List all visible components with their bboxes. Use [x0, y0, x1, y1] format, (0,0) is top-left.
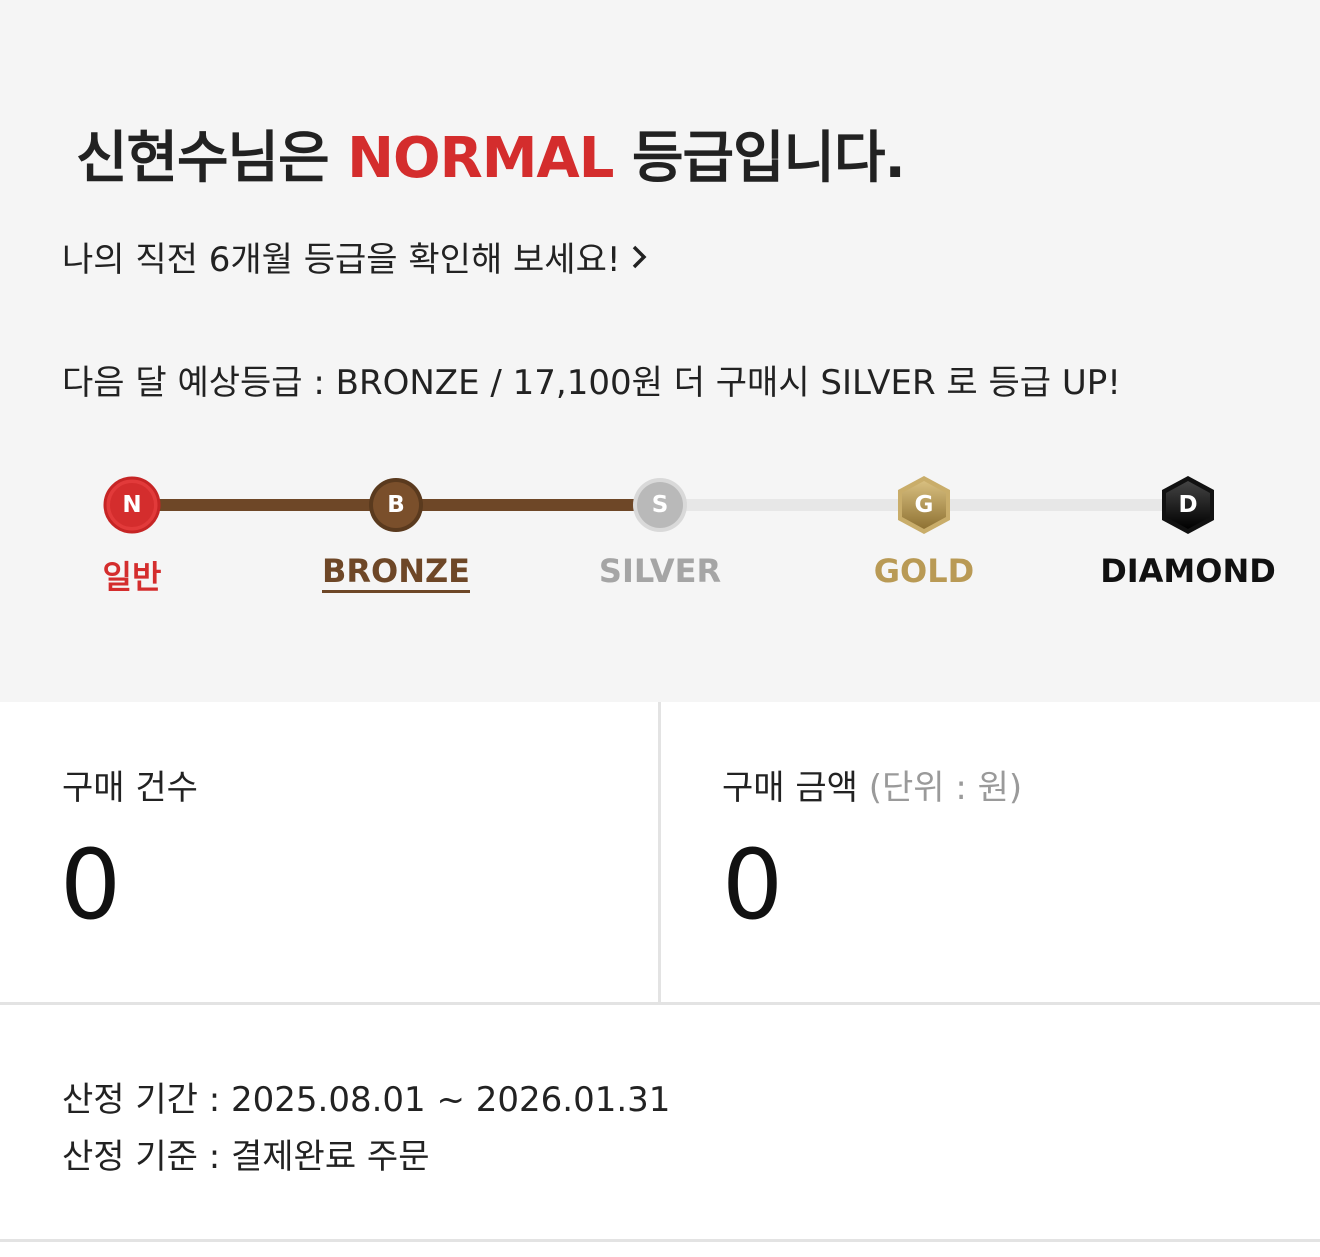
- bottom-divider: [0, 1239, 1320, 1242]
- next-grade-forecast: 다음 달 예상등급 : BRONZE / 17,100원 더 구매시 SILVE…: [62, 363, 1121, 403]
- grade-node-gold: G: [895, 474, 953, 536]
- grade-label-diamond: DIAMOND: [1100, 552, 1276, 590]
- grade-label-bronze: BRONZE: [276, 552, 516, 593]
- current-grade: NORMAL: [347, 126, 614, 191]
- chevron-right-icon: [632, 245, 646, 268]
- grade-node-letter: B: [387, 492, 405, 518]
- grade-node-letter: N: [122, 492, 142, 518]
- grade-history-link[interactable]: 나의 직전 6개월 등급을 확인해 보세요!: [62, 232, 647, 281]
- calculation-info: 산정 기간 : 2025.08.01 ~ 2026.01.31 산정 기준 : …: [62, 1072, 670, 1186]
- calculation-criteria: 산정 기준 : 결제완료 주문: [62, 1137, 430, 1177]
- grade-node-silver: S: [631, 476, 689, 534]
- purchase-amount-value: 0: [722, 829, 784, 941]
- grade-node-diamond: D: [1159, 474, 1217, 536]
- grade-node-normal: N: [103, 476, 161, 534]
- purchase-amount-title: 구매 금액 (단위 : 원): [722, 760, 1022, 809]
- grade-label-silver: SILVER: [598, 552, 722, 590]
- purchase-stats: 구매 건수 0 구매 금액 (단위 : 원) 0: [0, 702, 1320, 1005]
- stats-divider: [658, 702, 661, 1002]
- grade-node-bronze: B: [367, 476, 425, 534]
- headline-suffix: 등급입니다.: [613, 126, 906, 191]
- purchase-amount-title-text: 구매 금액: [722, 768, 858, 808]
- grade-node-letter: S: [651, 492, 669, 518]
- calculation-period: 산정 기간 : 2025.08.01 ~ 2026.01.31: [62, 1080, 671, 1120]
- grade-label-gold: GOLD: [873, 552, 975, 590]
- grade-label-normal: 일반: [102, 558, 162, 596]
- grade-summary-panel: 신현수님은 NORMAL 등급입니다. 나의 직전 6개월 등급을 확인해 보세…: [0, 0, 1320, 702]
- headline-name: 신현수님은: [76, 126, 348, 191]
- purchase-amount-unit: (단위 : 원): [868, 768, 1023, 808]
- grade-headline: 신현수님은 NORMAL 등급입니다.: [76, 113, 906, 194]
- purchase-count-value: 0: [60, 829, 122, 941]
- grade-label-bronze-text: BRONZE: [321, 552, 471, 593]
- purchase-count-title: 구매 건수: [62, 768, 198, 808]
- grade-node-letter: D: [1178, 492, 1198, 518]
- grade-node-letter: G: [914, 492, 934, 518]
- grade-history-label: 나의 직전 6개월 등급을 확인해 보세요!: [62, 240, 621, 280]
